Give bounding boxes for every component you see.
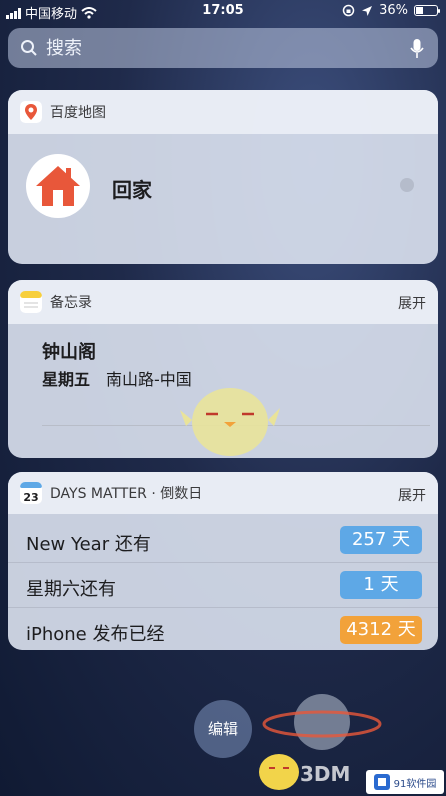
battery-percent: 36% <box>379 3 408 18</box>
search-input[interactable] <box>44 36 408 60</box>
note-title: 钟山阁 <box>42 342 96 363</box>
note-day: 星期五 <box>42 370 91 389</box>
notes-app-icon <box>20 291 42 313</box>
countdown-text: New Year 还有 <box>26 534 151 555</box>
days-matter-widget: 23 DAYS MATTER · 倒数日 展开 New Year 还有 257 天… <box>8 472 438 650</box>
status-right: 36% <box>342 3 440 18</box>
svg-text:23: 23 <box>23 491 38 504</box>
widget-header: 百度地图 <box>8 90 438 134</box>
baidu-map-app-icon <box>20 101 42 123</box>
countdown-text: iPhone 发布已经 <box>26 624 165 645</box>
widget-title: DAYS MATTER · 倒数日 <box>50 486 203 502</box>
calendar-app-icon: 23 <box>20 482 42 504</box>
countdown-row[interactable]: New Year 还有 257 天 <box>8 518 438 563</box>
go-home-label: 回家 <box>112 178 152 202</box>
search-icon <box>21 40 37 56</box>
expand-button[interactable]: 展开 <box>398 293 426 313</box>
chick-sticker <box>259 754 299 790</box>
widget-title: 百度地图 <box>50 105 106 121</box>
note-item[interactable]: 钟山阁 星期五 南山路-中国 <box>8 324 438 456</box>
countdown-text: 星期六还有 <box>26 579 116 600</box>
search-bar[interactable] <box>8 28 438 68</box>
status-bar: 中国移动 17:05 36% <box>0 0 446 22</box>
location-icon <box>362 5 373 16</box>
brand-logo-icon <box>373 774 390 790</box>
widget-header: 备忘录 展开 <box>8 280 438 324</box>
widget-title: 备忘录 <box>50 295 92 311</box>
baidu-map-widget: 百度地图 回家 <box>8 90 438 264</box>
countdown-badge: 257 天 <box>340 526 422 554</box>
go-home-shortcut[interactable]: 回家 <box>8 134 438 264</box>
countdown-row[interactable]: iPhone 发布已经 4312 天 <box>8 608 438 650</box>
countdown-badge: 4312 天 <box>340 616 422 644</box>
microphone-icon[interactable] <box>410 38 424 60</box>
countdown-list: New Year 还有 257 天星期六还有 1 天 iPhone 发布已经 4312 … <box>8 514 438 650</box>
home-icon <box>26 154 90 218</box>
countdown-badge: 1 天 <box>340 571 422 599</box>
notes-widget: 备忘录 展开 钟山阁 星期五 南山路-中国 <box>8 280 438 458</box>
battery-icon <box>414 5 440 16</box>
widget-header: 23 DAYS MATTER · 倒数日 展开 <box>8 472 438 514</box>
expand-button[interactable]: 展开 <box>398 485 426 505</box>
countdown-row[interactable]: 星期六还有 1 天 <box>8 563 438 608</box>
watermark-3dm: 3DM <box>300 762 351 786</box>
indicator-dot <box>400 178 414 192</box>
edit-button[interactable]: 编辑 <box>194 700 252 758</box>
rotation-lock-icon <box>342 4 355 17</box>
watermark-91: 91软件园 <box>366 770 444 794</box>
chick-sticker <box>180 388 280 456</box>
watermark-91-text: 91软件园 <box>393 778 437 790</box>
